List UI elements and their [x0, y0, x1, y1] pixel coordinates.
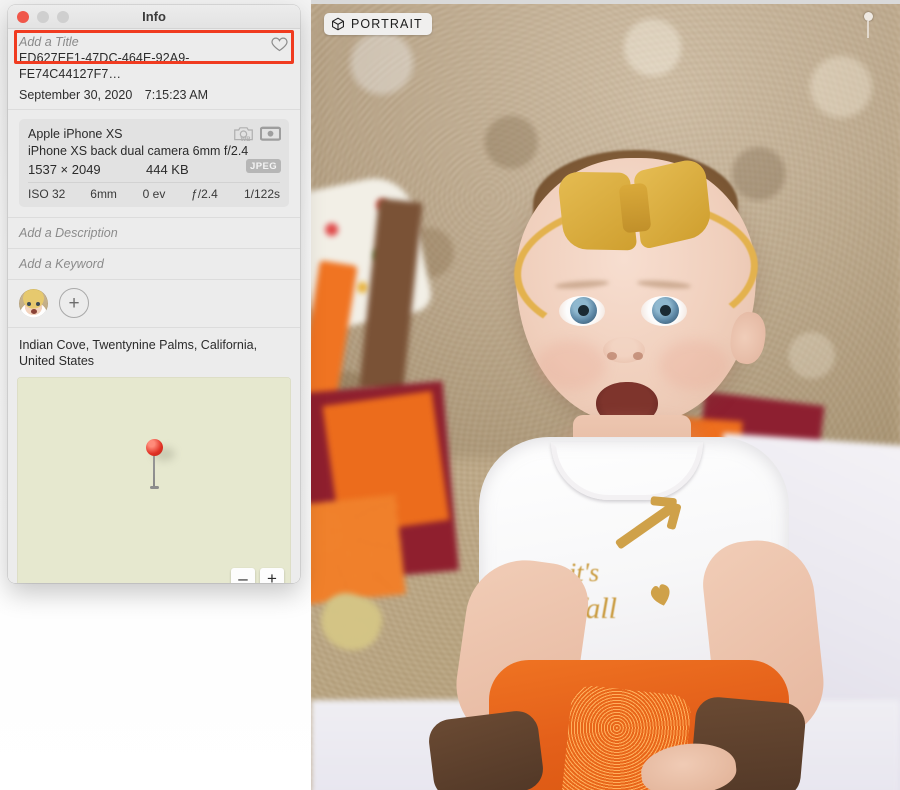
photo-viewer[interactable]: it's fall PORTRAIT [311, 0, 900, 790]
person-face-thumbnail[interactable] [19, 289, 48, 318]
people-row: + [8, 280, 300, 328]
portrait-mode-badge[interactable]: PORTRAIT [324, 13, 432, 35]
svg-text:WB: WB [240, 136, 251, 142]
baby-cheek-left [536, 340, 606, 390]
baby-legging-left [427, 709, 546, 790]
capture-date-row: September 30, 2020 7:15:23 AM [8, 87, 300, 110]
pushpin-icon [862, 12, 874, 40]
baby-cheek-right [659, 340, 729, 390]
exif-focal: 6mm [78, 187, 128, 201]
exif-exposure: 0 ev [129, 187, 179, 201]
baby-nostril-right [633, 352, 643, 360]
exif-iso: ISO 32 [28, 187, 78, 201]
capture-time: 7:15:23 AM [145, 88, 208, 102]
camera-info-section: WB Apple iPhone XS iPhone XS back dual c… [8, 110, 300, 218]
white-balance-camera-icon: WB [233, 125, 254, 147]
title-input-placeholder[interactable]: Add a Title [19, 35, 289, 50]
capture-date: September 30, 2020 [19, 88, 132, 102]
camera-card: WB Apple iPhone XS iPhone XS back dual c… [19, 119, 289, 207]
window-title: Info [8, 9, 300, 24]
screen-root: it's fall PORTRAIT [0, 0, 900, 790]
keyword-field-row[interactable]: Add a Keyword [8, 249, 300, 280]
baby-pupil-right [660, 305, 671, 316]
camera-icon-group: WB [233, 125, 281, 147]
camera-aperture-icon [260, 125, 281, 147]
description-field-row[interactable]: Add a Description [8, 218, 300, 249]
title-field-row[interactable]: Add a Title ED627EF1-47DC-464E-92A9-FE74… [8, 29, 300, 87]
map-zoom-out-button[interactable]: – [231, 568, 255, 583]
favorite-heart-icon[interactable] [271, 37, 288, 52]
onesie-text-graphic: it's fall [563, 528, 723, 638]
image-dimensions: 1537 × 2049 [28, 160, 146, 179]
title-input-value[interactable]: ED627EF1-47DC-464E-92A9-FE74C44127F7… [19, 50, 289, 82]
info-window[interactable]: Info Add a Title ED627EF1-47DC-464E-92A9… [8, 5, 300, 583]
map-pin-icon [131, 439, 177, 499]
baby-hair-bow [557, 160, 713, 255]
add-person-button[interactable]: + [59, 288, 89, 318]
location-text[interactable]: Indian Cove, Twentynine Palms, Californi… [8, 328, 300, 377]
keyword-input-placeholder[interactable]: Add a Keyword [19, 257, 289, 271]
exif-row: ISO 32 6mm 0 ev ƒ/2.4 1/122s [28, 183, 280, 207]
map-zoom-controls: – + [231, 568, 284, 583]
description-input-placeholder[interactable]: Add a Description [19, 226, 289, 240]
exif-shutter: 1/122s [230, 187, 280, 201]
bow-knot [619, 183, 652, 234]
window-titlebar[interactable]: Info [8, 5, 300, 29]
location-map[interactable]: – + Legal [17, 377, 291, 583]
glitter-fabric-prop-left [311, 495, 406, 606]
image-size-row: 1537 × 2049 444 KB [28, 160, 280, 179]
map-zoom-in-button[interactable]: + [260, 568, 284, 583]
baby-pupil-left [578, 305, 589, 316]
file-format-badge: JPEG [246, 159, 281, 173]
info-panel-body: Add a Title ED627EF1-47DC-464E-92A9-FE74… [8, 29, 300, 583]
baby-nostril-left [607, 352, 617, 360]
portrait-badge-label: PORTRAIT [351, 17, 423, 31]
exif-aperture: ƒ/2.4 [179, 187, 229, 201]
cube-3d-icon [331, 17, 345, 31]
